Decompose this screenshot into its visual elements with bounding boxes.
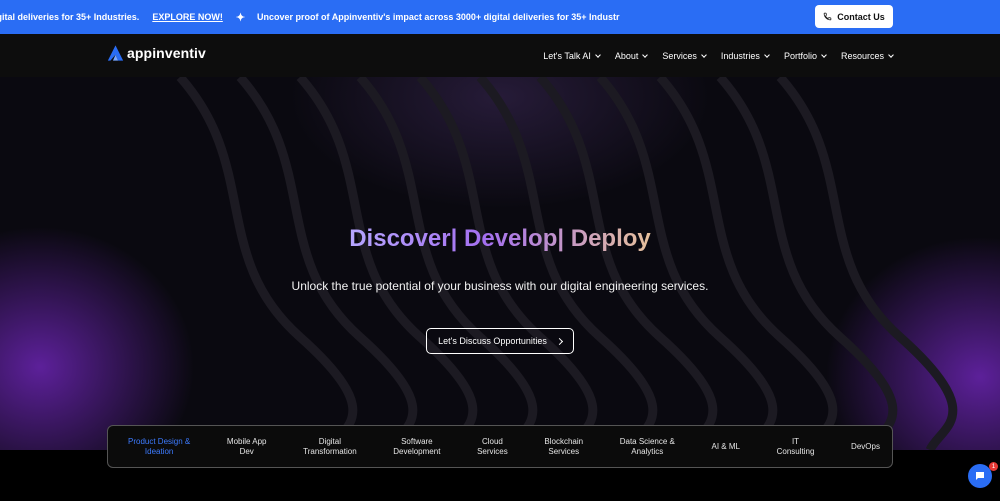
- tab-blockchain-services[interactable]: Blockchain Services: [544, 437, 583, 457]
- chevron-down-icon: [595, 51, 601, 58]
- chevron-down-icon: [701, 51, 707, 58]
- tab-data-science[interactable]: Data Science & Analytics: [620, 437, 675, 457]
- chat-notification-badge: 1: [989, 462, 998, 471]
- logo-text: appinventiv: [127, 45, 206, 61]
- nav-item-about[interactable]: About: [614, 50, 649, 61]
- nav-label: Let's Talk AI: [543, 50, 591, 61]
- logo-icon: [107, 45, 124, 61]
- logo[interactable]: appinventiv: [107, 44, 206, 62]
- hero-background-waves: [176, 77, 958, 450]
- nav-label: Services: [662, 50, 697, 61]
- tab-digital-transformation[interactable]: Digital Transformation: [303, 437, 357, 457]
- nav-item-resources[interactable]: Resources: [840, 50, 894, 61]
- hero-title-text: Discover| Develop| Deploy: [349, 225, 651, 252]
- chevron-down-icon: [642, 51, 649, 58]
- service-tabs: Product Design & Ideation Mobile App Dev…: [107, 425, 893, 468]
- phone-icon: [823, 12, 832, 21]
- hero-title: Discover| Develop| Deploy: [0, 225, 1000, 253]
- tab-mobile-app-dev[interactable]: Mobile App Dev: [227, 437, 267, 457]
- nav-item-services[interactable]: Services: [662, 50, 707, 61]
- nav-item-industries[interactable]: Industries: [720, 50, 770, 61]
- announcement-text-2: Uncover proof of Appinventiv's impact ac…: [257, 12, 620, 22]
- chevron-right-icon: [555, 337, 563, 345]
- hero-subtitle: Unlock the true potential of your busine…: [291, 279, 709, 293]
- announcement-text: igital deliveries for 35+ Industries.: [0, 12, 140, 22]
- nav-label: Industries: [720, 50, 760, 61]
- explore-now-link[interactable]: EXPLORE NOW!: [152, 12, 223, 22]
- tab-devops[interactable]: DevOps: [851, 442, 880, 452]
- sparkle-icon: ✦: [235, 11, 246, 24]
- nav-label: Resources: [840, 50, 884, 61]
- tab-it-consulting[interactable]: IT Consulting: [777, 437, 815, 457]
- discuss-opportunities-button[interactable]: Let's Discuss Opportunities: [426, 328, 574, 354]
- cta-label: Let's Discuss Opportunities: [438, 336, 547, 346]
- tab-product-design[interactable]: Product Design & Ideation: [128, 437, 190, 457]
- nav-item-lets-talk-ai[interactable]: Let's Talk AI: [543, 50, 601, 61]
- chevron-down-icon: [764, 51, 770, 58]
- nav-item-portfolio[interactable]: Portfolio: [783, 50, 827, 61]
- chevron-down-icon: [821, 51, 827, 58]
- nav-label: Portfolio: [783, 50, 817, 61]
- main-navbar: appinventiv Let's Talk AI About Services…: [0, 34, 1000, 77]
- tab-cloud-services[interactable]: Cloud Services: [477, 437, 508, 457]
- contact-us-button[interactable]: Contact Us: [815, 5, 893, 28]
- announcement-ticker: igital deliveries for 35+ Industries. EX…: [0, 0, 700, 34]
- announcement-bar: igital deliveries for 35+ Industries. EX…: [0, 0, 1000, 34]
- hero-section: Discover| Develop| Deploy Unlock the tru…: [0, 77, 1000, 450]
- contact-us-label: Contact Us: [837, 11, 885, 22]
- nav-label: About: [614, 50, 639, 61]
- tab-ai-ml[interactable]: AI & ML: [712, 442, 740, 452]
- nav-menu: Let's Talk AI About Services Industries …: [543, 34, 894, 77]
- chevron-down-icon: [888, 51, 894, 58]
- tab-software-development[interactable]: Software Development: [393, 437, 440, 457]
- chat-icon: [976, 472, 984, 480]
